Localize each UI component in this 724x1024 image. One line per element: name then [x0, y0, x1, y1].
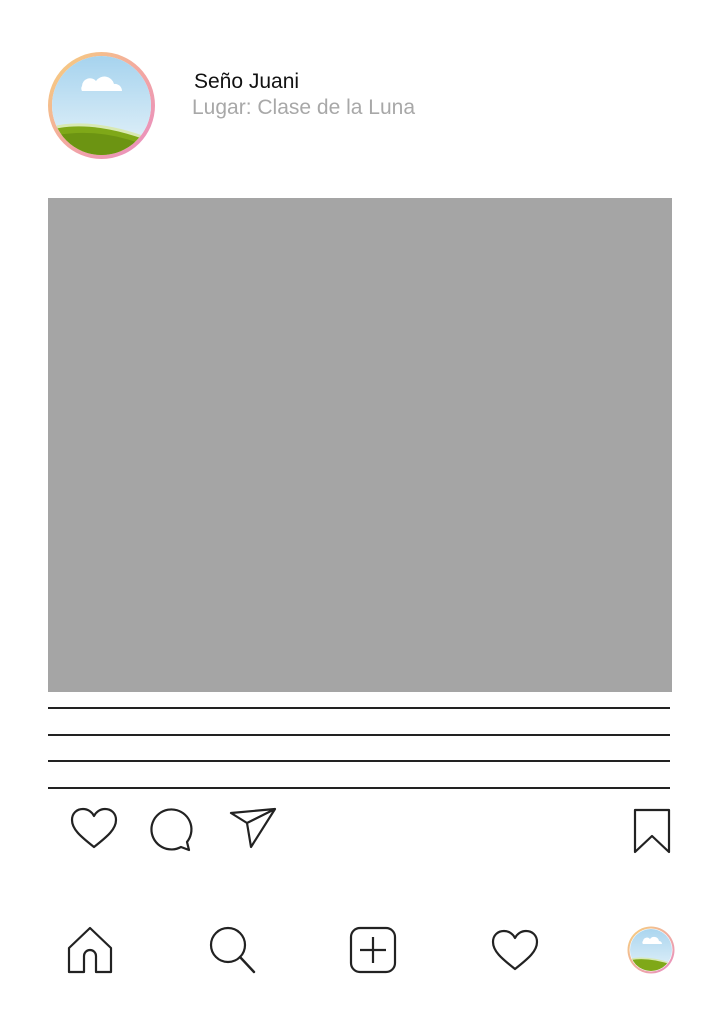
profile-avatar-nav[interactable]: [627, 926, 675, 974]
heart-icon[interactable]: [491, 929, 539, 971]
bookmark-icon[interactable]: [633, 808, 671, 854]
caption-line: [48, 787, 670, 789]
comment-icon[interactable]: [149, 808, 195, 852]
post-photo-placeholder: [48, 198, 672, 692]
avatar-image: [52, 56, 151, 155]
caption-line: [48, 707, 670, 709]
username[interactable]: Seño Juani: [194, 70, 299, 94]
heart-icon[interactable]: [70, 807, 118, 849]
send-icon[interactable]: [229, 807, 277, 849]
caption-line: [48, 760, 670, 762]
profile-avatar[interactable]: [48, 52, 155, 159]
caption-line: [48, 734, 670, 736]
home-icon[interactable]: [66, 926, 114, 974]
location-label[interactable]: Lugar: Clase de la Luna: [192, 96, 415, 120]
search-icon[interactable]: [208, 926, 256, 974]
add-icon[interactable]: [349, 926, 397, 974]
